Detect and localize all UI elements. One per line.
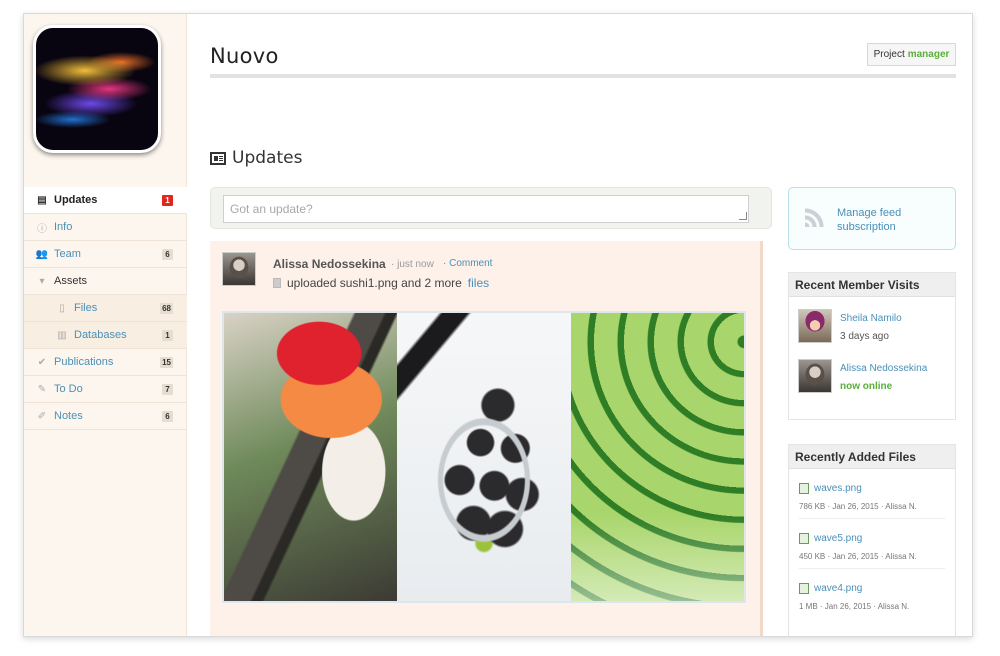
count-badge: 6	[162, 411, 173, 422]
image-file-icon	[799, 583, 809, 594]
sidebar-item-label: Info	[54, 221, 73, 233]
page-title: Nuovo	[210, 44, 279, 68]
member-name[interactable]: Sheila Namilo	[840, 313, 902, 324]
newspaper-icon: ▤	[37, 194, 47, 206]
file-icon: ▯	[59, 302, 65, 314]
sidebar-item-files[interactable]: ▯ Files 68	[24, 295, 187, 322]
caret-down-icon: ▾	[39, 275, 45, 287]
avatar[interactable]	[798, 359, 832, 393]
sidebar-item-assets[interactable]: ▾ Assets	[24, 268, 187, 295]
activity-text: uploaded sushi1.png and 2 more	[287, 276, 462, 290]
sidebar-item-notes[interactable]: ✐ Notes 6	[24, 403, 187, 430]
project-logo[interactable]	[33, 25, 161, 153]
manage-feed-link[interactable]: Manage feed subscription	[837, 206, 947, 234]
image-file-icon	[799, 483, 809, 494]
file-meta: 450 KB · Jan 26, 2015 · Alissa N.	[799, 552, 917, 561]
avatar[interactable]	[798, 309, 832, 343]
image-file-icon	[799, 533, 809, 544]
sidebar-item-label: Updates	[54, 194, 98, 206]
newspaper-icon	[210, 151, 226, 165]
pencil-icon: ✐	[37, 410, 47, 422]
sidebar: ▤ Updates 1 ⓘ Info 👥 Team 6 ▾ Assets ▯ F…	[24, 14, 187, 636]
app-window: ▤ Updates 1 ⓘ Info 👥 Team 6 ▾ Assets ▯ F…	[23, 13, 973, 637]
cucumber-photo[interactable]	[570, 313, 744, 601]
role-prefix: Project	[873, 49, 905, 60]
rss-icon	[805, 205, 827, 227]
sidebar-item-label: To Do	[54, 383, 83, 395]
title-divider	[210, 74, 956, 78]
file-name[interactable]: wave4.png	[814, 583, 862, 594]
update-post: Alissa Nedossekina · just now · Comment …	[210, 241, 763, 636]
people-icon: 👥	[35, 248, 49, 260]
count-badge: 7	[162, 384, 173, 395]
sidebar-item-updates[interactable]: ▤ Updates 1	[24, 187, 187, 214]
comment-link[interactable]: · Comment	[443, 258, 492, 269]
resize-handle-icon[interactable]	[739, 212, 747, 220]
sidebar-item-label: Notes	[54, 410, 83, 422]
sidebar-item-label: Files	[74, 302, 98, 314]
panel-title: Recently Added Files	[789, 445, 955, 469]
todo-icon: ✎	[37, 383, 47, 395]
list-item: wave5.png 450 KB · Jan 26, 2015 · Alissa…	[799, 519, 945, 569]
recent-files-panel: Recently Added Files waves.png 786 KB · …	[788, 444, 956, 636]
list-item: Alissa Nedossekina now online	[789, 347, 955, 397]
update-input[interactable]	[223, 195, 749, 223]
file-name[interactable]: wave5.png	[814, 533, 862, 544]
post-time: · just now	[391, 259, 434, 270]
sidebar-item-label: Assets	[54, 275, 88, 287]
count-badge: 1	[162, 195, 173, 206]
file-meta: 786 KB · Jan 26, 2015 · Alissa N.	[799, 502, 917, 511]
role-badge: Project manager	[867, 43, 956, 66]
image-gallery	[222, 311, 746, 603]
member-name[interactable]: Alissa Nedossekina	[840, 363, 927, 374]
list-item: waves.png 786 KB · Jan 26, 2015 · Alissa…	[799, 469, 945, 519]
avatar[interactable]	[222, 252, 256, 286]
feed-subscription-box: Manage feed subscription	[788, 187, 956, 250]
member-status: 3 days ago	[840, 331, 889, 342]
list-item: wave4.png 1 MB · Jan 26, 2015 · Alissa N…	[799, 569, 945, 619]
sidebar-item-publications[interactable]: ✔ Publications 15	[24, 349, 187, 376]
sidebar-nav: ▤ Updates 1 ⓘ Info 👥 Team 6 ▾ Assets ▯ F…	[24, 187, 187, 430]
count-badge: 1	[162, 330, 173, 341]
sidebar-item-label: Team	[54, 248, 81, 260]
post-author[interactable]: Alissa Nedossekina	[273, 257, 386, 271]
recent-visits-panel: Recent Member Visits Sheila Namilo 3 day…	[788, 272, 956, 420]
count-badge: 68	[160, 303, 173, 314]
file-icon	[273, 278, 281, 288]
sidebar-item-todo[interactable]: ✎ To Do 7	[24, 376, 187, 403]
section-title-text: Updates	[232, 148, 303, 168]
info-icon: ⓘ	[37, 223, 47, 235]
count-badge: 6	[162, 249, 173, 260]
sidebar-item-info[interactable]: ⓘ Info	[24, 214, 187, 241]
database-icon: ▥	[57, 329, 67, 341]
sidebar-item-team[interactable]: 👥 Team 6	[24, 241, 187, 268]
files-link[interactable]: files	[468, 276, 489, 290]
role-name: manager	[907, 49, 950, 60]
sidebar-item-databases[interactable]: ▥ Databases 1	[24, 322, 187, 349]
file-name[interactable]: waves.png	[814, 483, 862, 494]
sidebar-item-label: Databases	[74, 329, 127, 341]
sushi-rolls-photo[interactable]	[397, 313, 571, 601]
updates-heading: Updates	[210, 148, 302, 168]
panel-title: Recent Member Visits	[789, 273, 955, 297]
sushi-nigiri-photo[interactable]	[224, 313, 398, 601]
member-status: now online	[840, 381, 893, 392]
post-activity: uploaded sushi1.png and 2 more files	[273, 276, 489, 290]
update-composer	[210, 187, 772, 229]
check-circle-icon: ✔	[37, 356, 47, 368]
list-item: Sheila Namilo 3 days ago	[789, 297, 955, 347]
file-meta: 1 MB · Jan 26, 2015 · Alissa N.	[799, 602, 910, 611]
sidebar-item-label: Publications	[54, 356, 114, 368]
count-badge: 15	[160, 357, 173, 368]
